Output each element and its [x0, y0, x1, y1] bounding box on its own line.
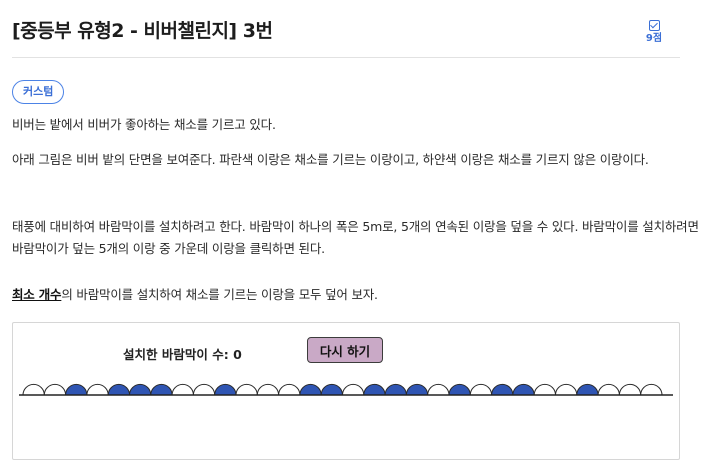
reset-button[interactable]: 다시 하기 [307, 337, 383, 363]
ridge-28[interactable] [597, 383, 620, 396]
ridge-29[interactable] [618, 383, 642, 396]
ridge-17[interactable] [363, 383, 386, 396]
field-description-paragraph: 아래 그림은 비버 밭의 단면을 보여준다. 파란색 이랑은 채소를 기르는 이… [12, 152, 649, 167]
ridge-24[interactable] [512, 383, 535, 396]
emphasis-text: 최소 개수 [12, 287, 62, 302]
ridge-4[interactable] [86, 383, 109, 396]
windbreak-counter: 설치한 바람막이 수: 0 [123, 344, 242, 363]
ridge-19[interactable] [405, 383, 429, 396]
ridge-26[interactable] [554, 383, 578, 396]
ridge-10[interactable] [214, 383, 237, 396]
ridge-30[interactable] [640, 383, 663, 396]
interactive-panel: 설치한 바람막이 수: 0 다시 하기 [12, 322, 680, 460]
ridge-6[interactable] [128, 383, 152, 396]
ridge-16[interactable] [341, 383, 365, 396]
question-title: [중등부 유형2 - 비버챌린지] 3번 [12, 20, 273, 42]
windbreak-rule-paragraph: 태풍에 대비하여 바람막이를 설치하려고 한다. 바람막이 하나의 폭은 5m로… [12, 219, 699, 256]
ridge-23[interactable] [491, 383, 514, 396]
ridge-14[interactable] [299, 383, 322, 396]
points-label: 9점 [645, 33, 663, 44]
counter-label: 설치한 바람막이 수: [123, 347, 234, 362]
ridge-11[interactable] [235, 383, 258, 396]
ridge-25[interactable] [533, 383, 557, 396]
ridge-15[interactable] [320, 383, 344, 396]
intro-paragraph: 비버는 밭에서 비버가 좋아하는 채소를 기르고 있다. [12, 117, 276, 132]
points-indicator: 9점 [642, 20, 666, 44]
ridge-18[interactable] [384, 383, 407, 396]
ridge-3[interactable] [65, 383, 88, 396]
ridge-9[interactable] [192, 383, 216, 396]
ridge-13[interactable] [278, 383, 301, 396]
task-text: 의 바람막이를 설치하여 채소를 기르는 이랑을 모두 덮어 보자. [61, 287, 378, 302]
field-cross-section [19, 383, 673, 396]
counter-value: 0 [233, 347, 242, 362]
ridge-8[interactable] [171, 383, 194, 396]
ridge-22[interactable] [469, 383, 493, 396]
ridge-20[interactable] [427, 383, 450, 396]
ridge-12[interactable] [256, 383, 280, 396]
question-header: [중등부 유형2 - 비버챌린지] 3번 9점 [12, 14, 680, 58]
ridge-21[interactable] [448, 383, 471, 396]
ridge-5[interactable] [107, 383, 131, 396]
ridge-2[interactable] [43, 383, 67, 396]
ridge-7[interactable] [150, 383, 173, 396]
category-badge: 커스텀 [12, 80, 65, 104]
task-paragraph: 최소 개수의 바람막이를 설치하여 채소를 기르는 이랑을 모두 덮어 보자. [12, 284, 378, 306]
checkbox-icon [648, 20, 660, 31]
ridge-1[interactable] [22, 383, 45, 396]
ridge-27[interactable] [576, 383, 599, 396]
